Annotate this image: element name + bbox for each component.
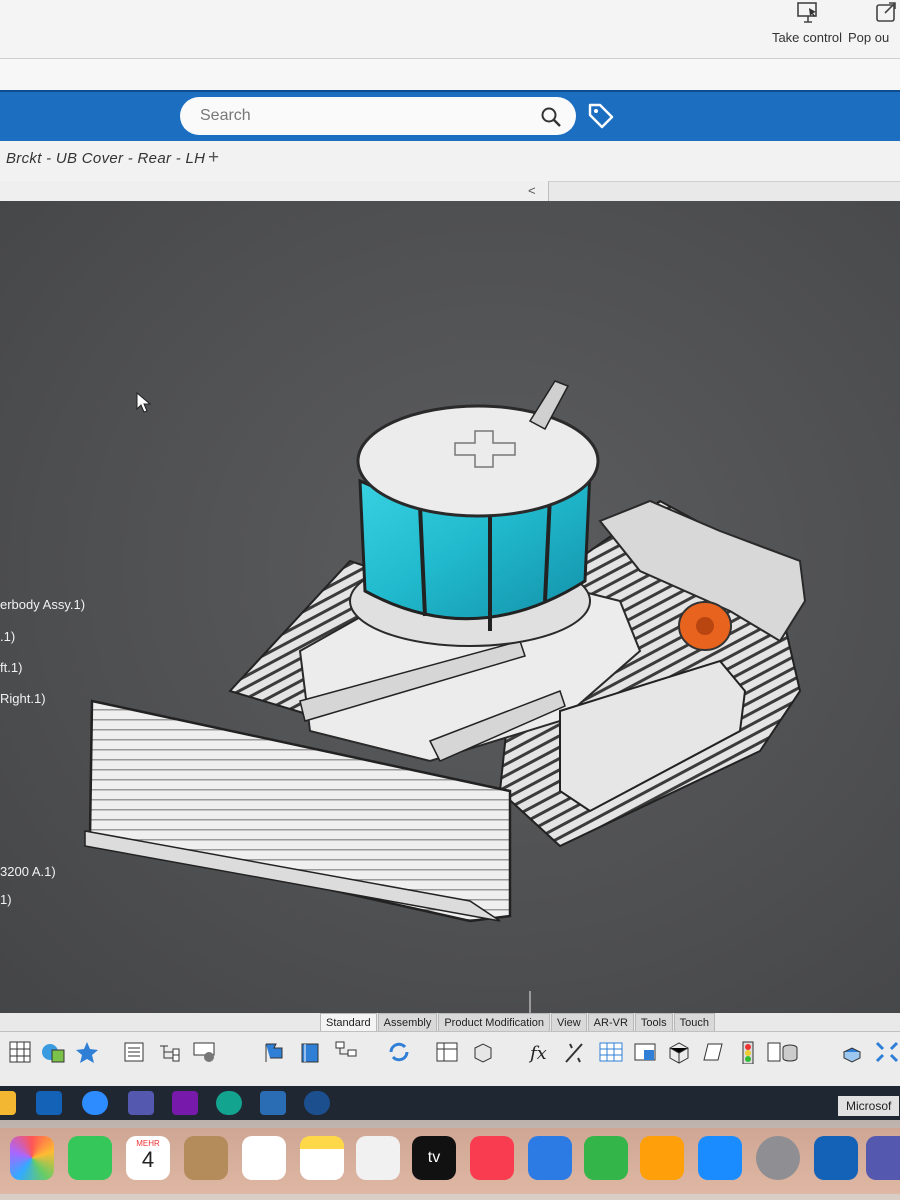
tree-item[interactable]: 1): [0, 892, 12, 907]
freeform-icon[interactable]: [356, 1136, 400, 1180]
settings-gear-icon[interactable]: [192, 1040, 218, 1064]
data-manager-icon[interactable]: [766, 1040, 798, 1064]
windows-taskbar: Microsof: [0, 1086, 900, 1120]
viewport-divider: [529, 991, 531, 1013]
taskbar-window-label[interactable]: Microsof: [838, 1096, 900, 1116]
tag-icon[interactable]: [586, 101, 616, 131]
toolbar-tab-strip: Standard Assembly Product Modification V…: [320, 1013, 716, 1031]
photos-icon[interactable]: [10, 1136, 54, 1180]
collapse-panel-button[interactable]: <: [528, 183, 536, 198]
outlook-icon[interactable]: [36, 1091, 62, 1115]
3d-viewport[interactable]: erbody Assy.1) .1) ft.1) Right.1) 3200 A…: [0, 201, 900, 1013]
teams-dock-icon[interactable]: [866, 1136, 900, 1180]
app-icon[interactable]: [260, 1091, 286, 1115]
contacts-icon[interactable]: [184, 1136, 228, 1180]
grid-icon[interactable]: [8, 1040, 34, 1064]
material-icon[interactable]: [40, 1040, 66, 1064]
svg-text:fx: fx: [528, 1043, 547, 1064]
traffic-light-icon[interactable]: [738, 1040, 764, 1065]
tree-item[interactable]: .1): [0, 629, 15, 644]
pop-out-label: Pop ou: [848, 30, 890, 45]
search-field[interactable]: Search: [180, 97, 576, 135]
music-icon[interactable]: [470, 1136, 514, 1180]
take-control-button[interactable]: Take control: [762, 0, 852, 58]
box-stack-icon[interactable]: [470, 1040, 496, 1064]
bulldozer-3d-model[interactable]: [80, 361, 820, 931]
system-settings-icon[interactable]: [756, 1136, 800, 1180]
tree-panel-header: <: [0, 181, 549, 202]
keynote-icon[interactable]: [528, 1136, 572, 1180]
tree-structure-icon[interactable]: [156, 1040, 182, 1064]
take-control-label: Take control: [771, 30, 843, 45]
reminders-icon[interactable]: [242, 1136, 286, 1180]
update-refresh-icon[interactable]: [386, 1040, 412, 1064]
flag-icon[interactable]: [262, 1040, 288, 1064]
pop-out-icon: [876, 2, 896, 22]
search-icon[interactable]: [540, 106, 562, 128]
calendar-day: 4: [141, 1147, 155, 1172]
hierarchy-icon[interactable]: [334, 1040, 360, 1064]
meeting-control-bar: Take control Pop ou: [0, 0, 900, 59]
book-icon[interactable]: [298, 1040, 324, 1064]
zoom-icon[interactable]: [82, 1091, 108, 1115]
tree-item[interactable]: 3200 A.1): [0, 864, 56, 879]
tree-item[interactable]: ft.1): [0, 660, 22, 675]
add-tab-button[interactable]: +: [208, 147, 219, 169]
pages-icon[interactable]: [640, 1136, 684, 1180]
assembly-parts-icon[interactable]: [840, 1040, 866, 1064]
tab-assembly[interactable]: Assembly: [377, 1013, 438, 1031]
3d-view-icon[interactable]: [666, 1040, 692, 1064]
tree-item[interactable]: Right.1): [0, 691, 46, 706]
search-placeholder: Search: [200, 107, 251, 124]
tab-standard[interactable]: Standard: [320, 1013, 377, 1031]
formula-fx-icon[interactable]: fx: [528, 1040, 554, 1064]
tab-ar-vr[interactable]: AR-VR: [587, 1013, 634, 1031]
outlook-dock-icon[interactable]: [814, 1136, 858, 1180]
take-control-icon: [797, 2, 817, 23]
teams-icon[interactable]: [128, 1091, 154, 1115]
apple-tv-label: tv: [427, 1149, 441, 1166]
tab-view[interactable]: View: [551, 1013, 587, 1031]
action-toolbar: fx: [0, 1031, 900, 1087]
spreadsheet-icon[interactable]: [598, 1040, 624, 1064]
apple-tv-icon[interactable]: tv: [412, 1136, 456, 1180]
list-icon[interactable]: [122, 1040, 148, 1064]
document-tab-bar: Brckt - UB Cover - Rear - LH +: [0, 141, 900, 182]
measure-icon[interactable]: [562, 1040, 588, 1064]
tree-item[interactable]: erbody Assy.1): [0, 597, 85, 612]
notes-icon[interactable]: [300, 1136, 344, 1180]
tab-product-modification[interactable]: Product Modification: [438, 1013, 551, 1031]
numbers-icon[interactable]: [584, 1136, 628, 1180]
tab-tools[interactable]: Tools: [634, 1013, 673, 1031]
explode-icon[interactable]: [874, 1040, 900, 1064]
window-gap: [0, 59, 900, 90]
app-store-icon[interactable]: [698, 1136, 742, 1180]
pop-out-button[interactable]: Pop ou: [848, 0, 900, 58]
clear-icon[interactable]: [702, 1040, 728, 1064]
mac-dock: MEHR 4 tv: [0, 1128, 900, 1194]
files-icon[interactable]: [0, 1091, 16, 1115]
edge-icon[interactable]: [216, 1091, 242, 1115]
catia-icon[interactable]: [304, 1091, 330, 1115]
table-select-icon[interactable]: [434, 1040, 460, 1064]
calendar-icon[interactable]: MEHR 4: [126, 1136, 170, 1180]
catalog-icon[interactable]: [632, 1040, 658, 1064]
favorite-star-icon[interactable]: [74, 1040, 100, 1064]
tab-touch[interactable]: Touch: [673, 1013, 715, 1031]
facetime-icon[interactable]: [68, 1136, 112, 1180]
document-tab[interactable]: Brckt - UB Cover - Rear - LH: [6, 150, 205, 167]
onenote-icon[interactable]: [172, 1091, 198, 1115]
